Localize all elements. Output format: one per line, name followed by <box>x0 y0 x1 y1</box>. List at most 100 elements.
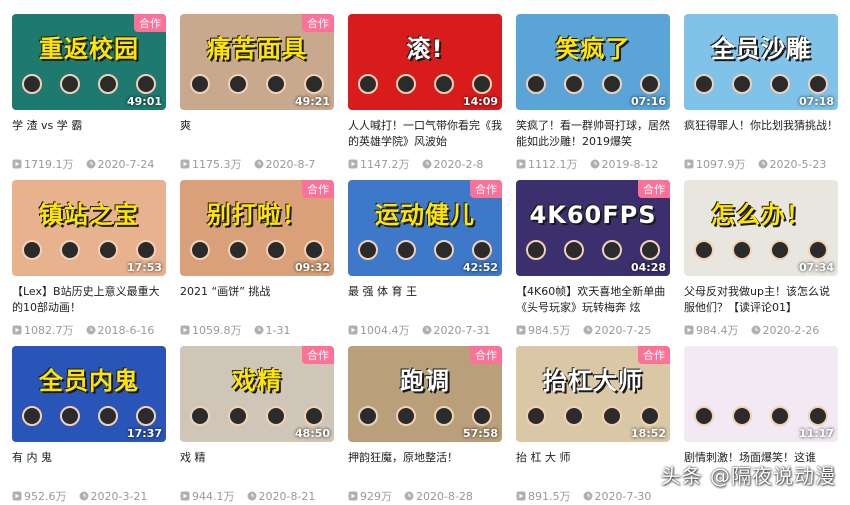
thumbnail-caption: 戏精 <box>232 367 282 395</box>
thumbnail-caption: 全员内鬼 <box>39 367 139 395</box>
play-count-icon <box>516 159 526 169</box>
video-card[interactable]: 痛苦面具 合作 49:21 爽 1175.3万 2020-8-7 <box>180 14 334 180</box>
video-title[interactable]: 爽 <box>180 118 334 152</box>
video-meta: 952.6万 2020-3-21 <box>12 488 166 504</box>
view-count: 1004.4万 <box>360 324 410 337</box>
video-card[interactable]: 抬杠大师 合作 18:52 抬 杠 大 师 891.5万 2020-7-30 <box>516 346 670 505</box>
play-count-icon <box>12 491 22 501</box>
upload-date: 2020-2-8 <box>433 157 484 171</box>
video-title[interactable]: 2021 “画饼” 挑战 <box>180 284 334 318</box>
thumbnail-caption: 运动健儿 <box>375 201 475 229</box>
clock-icon <box>254 325 263 335</box>
collab-badge: 合作 <box>134 14 166 32</box>
video-title[interactable]: 【Lex】B站历史上意义最重大的10部动画！ <box>12 284 166 318</box>
video-duration: 57:58 <box>462 427 498 440</box>
video-card[interactable]: 镇站之宝 17:53 【Lex】B站历史上意义最重大的10部动画！ 1082.7… <box>12 180 166 346</box>
video-title[interactable]: 人人喊打！一口气带你看完《我的英雄学院》风波始 <box>348 118 502 152</box>
video-card[interactable]: 全员沙雕 07:18 疯狂得罪人！你比划我猜挑战！ 1097.9万 2020-5… <box>684 14 838 180</box>
video-duration: 17:53 <box>126 261 162 274</box>
thumbnail-figures <box>22 406 156 426</box>
clock-icon <box>79 491 88 501</box>
clock-icon <box>254 159 263 169</box>
video-duration: 14:09 <box>462 95 498 108</box>
video-title[interactable]: 最 强 体 育 王 <box>348 284 502 318</box>
thumbnail-caption: 跑调 <box>400 367 450 395</box>
upload-date: 2020-8-28 <box>416 489 473 503</box>
view-count: 1147.2万 <box>360 158 410 171</box>
video-duration: 18:52 <box>630 427 666 440</box>
thumbnail-figures <box>22 74 156 94</box>
view-count: 1097.9万 <box>696 158 746 171</box>
video-duration: 42:52 <box>462 261 498 274</box>
upload-date: 2020-5-23 <box>769 157 827 171</box>
video-card[interactable]: 戏精 合作 48:50 戏 精 944.1万 2020-8-21 <box>180 346 334 505</box>
video-title[interactable]: 抬 杠 大 师 <box>516 450 670 484</box>
video-duration: 49:01 <box>126 95 162 108</box>
video-thumbnail[interactable]: 怎么办！ 07:34 <box>684 180 838 276</box>
video-title[interactable]: 戏 精 <box>180 450 334 484</box>
clock-icon <box>583 491 592 501</box>
thumbnail-figures <box>358 406 492 426</box>
video-duration: 17:37 <box>126 427 162 440</box>
video-thumbnail[interactable]: 别打啦！ 合作 09:32 <box>180 180 334 276</box>
video-card[interactable]: 跑调 合作 57:58 押韵狂魔，原地整活！ 929万 2020-8-28 <box>348 346 502 505</box>
video-thumbnail[interactable]: 重返校园 合作 49:01 <box>12 14 166 110</box>
thumbnail-caption: 痛苦面具 <box>207 35 307 63</box>
video-title[interactable]: 疯狂得罪人！你比划我猜挑战！ <box>684 118 838 152</box>
video-duration: 48:50 <box>294 427 330 440</box>
video-card[interactable]: 全员内鬼 17:37 有 内 鬼 952.6万 2020-3-21 <box>12 346 166 505</box>
video-thumbnail[interactable]: 全员沙雕 07:18 <box>684 14 838 110</box>
video-meta: 1059.8万 1-31 <box>180 322 334 338</box>
video-thumbnail[interactable]: 11:17 <box>684 346 838 442</box>
video-thumbnail[interactable]: 滚! 14:09 <box>348 14 502 110</box>
video-thumbnail[interactable]: 4K60FPS 合作 04:28 <box>516 180 670 276</box>
video-card[interactable]: 别打啦！ 合作 09:32 2021 “画饼” 挑战 1059.8万 1-31 <box>180 180 334 346</box>
play-count-icon <box>348 325 358 335</box>
play-count-icon <box>180 325 190 335</box>
video-duration: 07:18 <box>798 95 834 108</box>
video-card[interactable]: 重返校园 合作 49:01 学 渣 vs 学 霸 1719.1万 2020-7-… <box>12 14 166 180</box>
view-count: 1719.1万 <box>24 158 74 171</box>
video-thumbnail[interactable]: 痛苦面具 合作 49:21 <box>180 14 334 110</box>
collab-badge: 合作 <box>302 346 334 364</box>
video-title[interactable]: 学 渣 vs 学 霸 <box>12 118 166 152</box>
video-title[interactable]: 【4K60帧】欢天喜地全新单曲《头号玩家》玩转梅奔 炫 <box>516 284 670 318</box>
thumbnail-figures <box>358 240 492 260</box>
video-duration: 11:17 <box>798 427 834 440</box>
upload-date: 2020-2-26 <box>762 323 820 337</box>
video-card[interactable]: 滚! 14:09 人人喊打！一口气带你看完《我的英雄学院》风波始 1147.2万… <box>348 14 502 180</box>
video-title[interactable]: 父母反对我做up主！该怎么说服他们？【读评论01】 <box>684 284 838 318</box>
video-thumbnail[interactable]: 运动健儿 合作 42:52 <box>348 180 502 276</box>
thumbnail-caption: 镇站之宝 <box>39 201 139 229</box>
thumbnail-caption: 全员沙雕 <box>711 35 811 63</box>
video-thumbnail[interactable]: 跑调 合作 57:58 <box>348 346 502 442</box>
video-duration: 49:21 <box>294 95 330 108</box>
video-meta <box>684 488 838 498</box>
clock-icon <box>247 491 256 501</box>
video-title[interactable]: 押韵狂魔，原地整活！ <box>348 450 502 484</box>
thumbnail-caption: 滚! <box>406 35 444 63</box>
view-count: 952.6万 <box>24 490 67 503</box>
play-count-icon <box>684 159 694 169</box>
play-count-icon <box>348 491 358 501</box>
video-card[interactable]: 4K60FPS 合作 04:28 【4K60帧】欢天喜地全新单曲《头号玩家》玩转… <box>516 180 670 346</box>
play-count-icon <box>12 325 22 335</box>
video-meta: 891.5万 2020-7-30 <box>516 488 670 504</box>
video-card[interactable]: 怎么办！ 07:34 父母反对我做up主！该怎么说服他们？【读评论01】 984… <box>684 180 838 346</box>
video-thumbnail[interactable]: 戏精 合作 48:50 <box>180 346 334 442</box>
video-card[interactable]: 运动健儿 合作 42:52 最 强 体 育 王 1004.4万 2020-7-3… <box>348 180 502 346</box>
clock-icon <box>86 159 95 169</box>
video-thumbnail[interactable]: 镇站之宝 17:53 <box>12 180 166 276</box>
upload-date: 2020-7-31 <box>433 323 491 337</box>
play-count-icon <box>516 325 526 335</box>
video-title[interactable]: 有 内 鬼 <box>12 450 166 484</box>
collab-badge: 合作 <box>302 14 334 32</box>
video-meta: 984.4万 2020-2-26 <box>684 322 838 338</box>
video-card[interactable]: 笑疯了 07:16 笑疯了！看一群帅哥打球，居然能如此沙雕！2019爆笑 111… <box>516 14 670 180</box>
thumbnail-figures <box>526 406 660 426</box>
video-thumbnail[interactable]: 全员内鬼 17:37 <box>12 346 166 442</box>
video-title[interactable]: 笑疯了！看一群帅哥打球，居然能如此沙雕！2019爆笑 <box>516 118 670 152</box>
video-meta: 1147.2万 2020-2-8 <box>348 156 502 172</box>
video-thumbnail[interactable]: 抬杠大师 合作 18:52 <box>516 346 670 442</box>
video-thumbnail[interactable]: 笑疯了 07:16 <box>516 14 670 110</box>
